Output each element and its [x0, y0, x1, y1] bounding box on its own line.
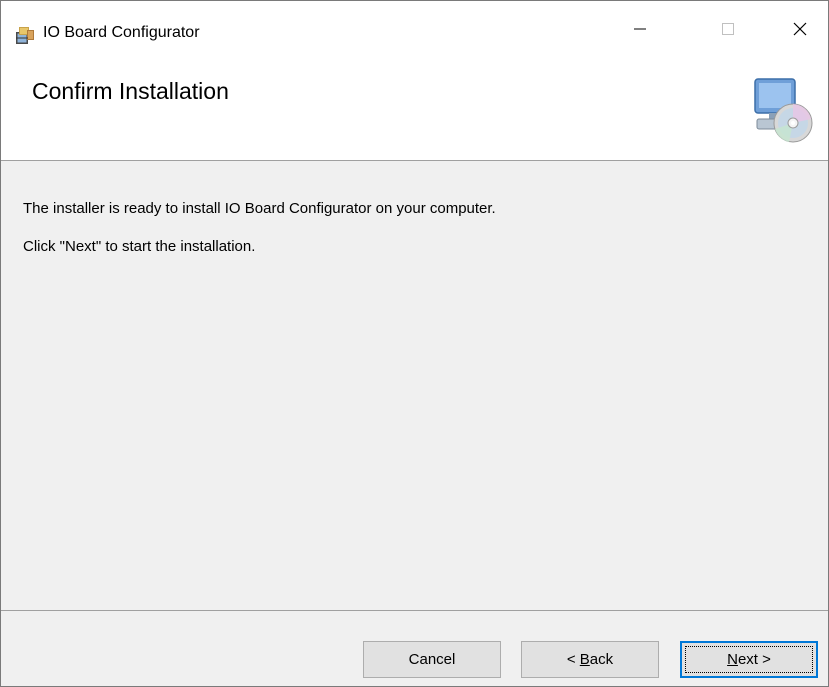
minimize-icon	[634, 28, 646, 30]
cancel-button[interactable]: Cancel	[363, 641, 501, 678]
next-button[interactable]: Next >	[680, 641, 818, 678]
window-title: IO Board Configurator	[43, 24, 200, 41]
back-button[interactable]: < Back	[521, 641, 659, 678]
cancel-label: Cancel	[408, 651, 456, 668]
dialog-content: The installer is ready to install IO Boa…	[1, 162, 828, 612]
focus-rectangle	[685, 646, 813, 673]
minimize-button[interactable]	[613, 1, 667, 57]
maximize-button[interactable]	[701, 1, 755, 57]
ready-message: The installer is ready to install IO Boa…	[23, 200, 496, 217]
computer-with-disc-icon	[754, 78, 813, 143]
installer-package-icon	[16, 27, 34, 44]
installer-window: IO Board Configurator Confirm Installati…	[0, 0, 829, 687]
maximize-icon	[722, 23, 734, 35]
title-bar[interactable]: IO Board Configurator	[1, 1, 828, 57]
instruction-message: Click "Next" to start the installation.	[23, 238, 256, 255]
button-bar: Cancel < Back Next >	[1, 610, 828, 686]
close-button[interactable]	[773, 1, 827, 57]
header-banner: Confirm Installation	[1, 57, 828, 161]
page-title: Confirm Installation	[32, 78, 229, 104]
close-icon	[793, 22, 807, 36]
back-label: < Back	[566, 651, 614, 668]
